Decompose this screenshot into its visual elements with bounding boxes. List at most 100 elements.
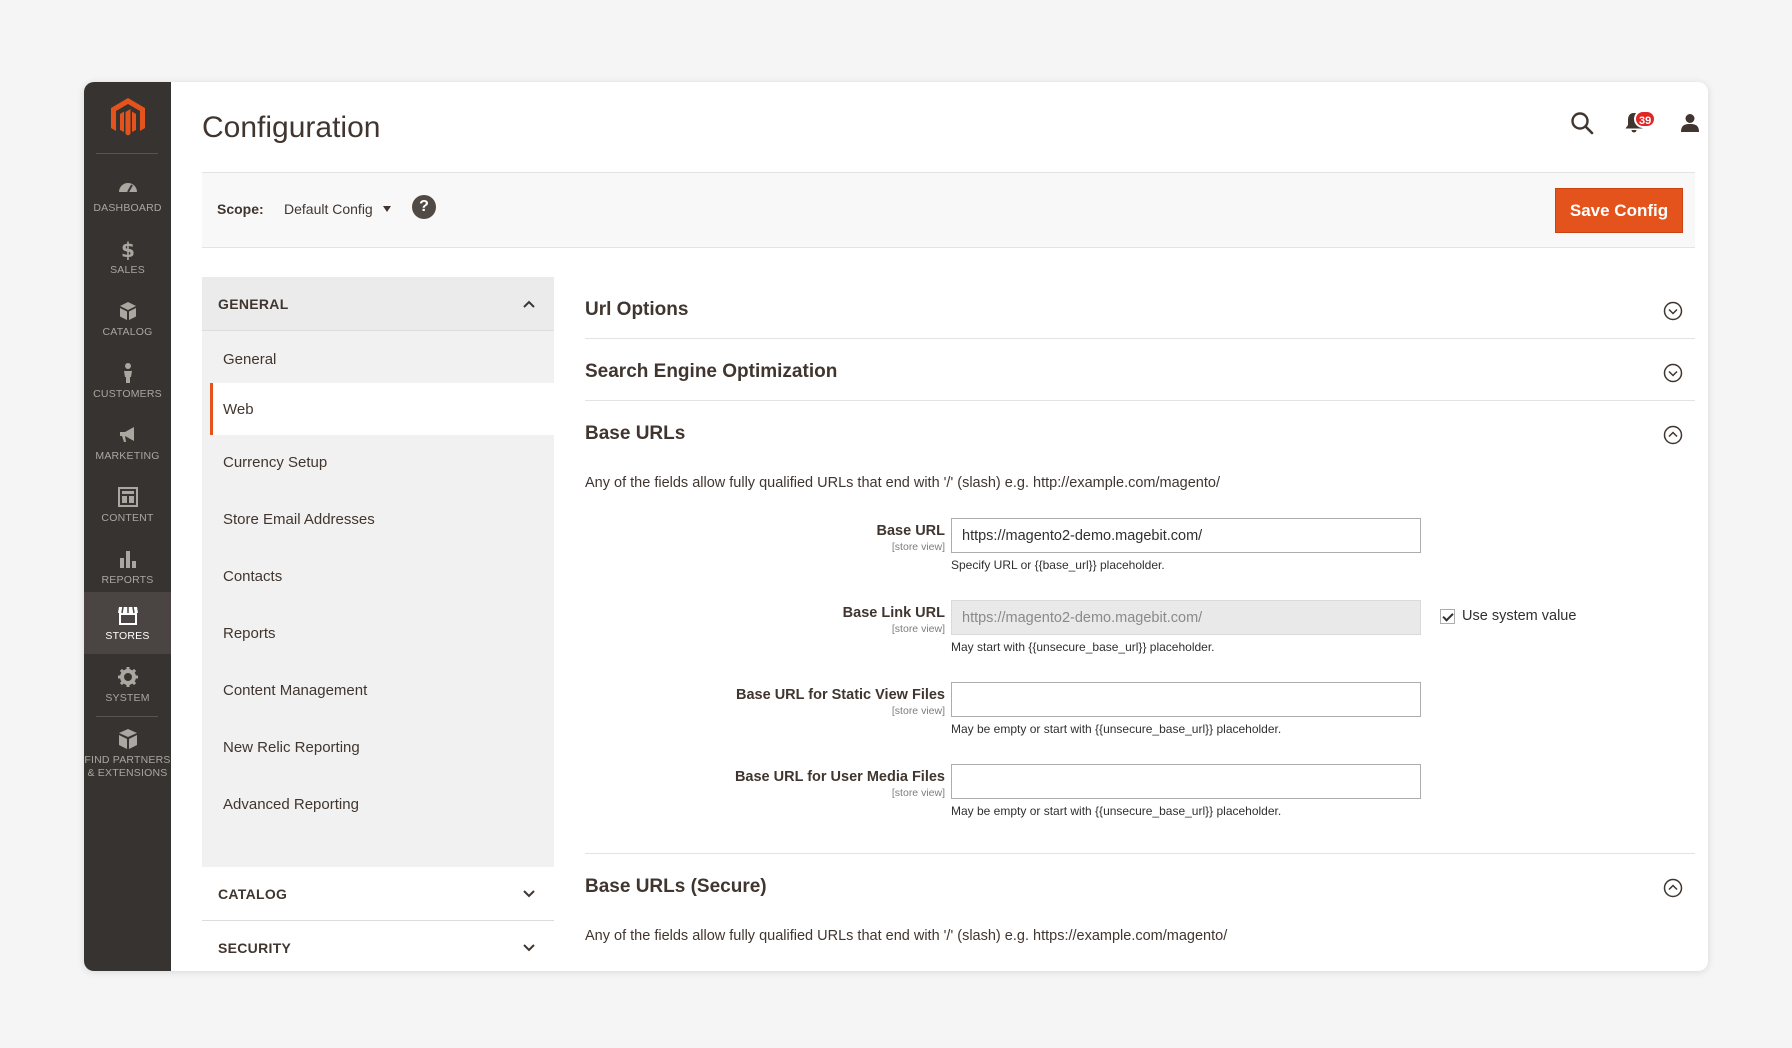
expand-circle-icon[interactable] (1663, 301, 1683, 321)
sidebar-item-contacts[interactable]: Contacts (210, 548, 554, 605)
scope-value: Default Config (284, 201, 373, 217)
user-media-files-url-input[interactable] (951, 764, 1421, 799)
sidebar-item-label: New Relic Reporting (223, 739, 360, 756)
chevron-down-icon (523, 890, 535, 898)
dollar-icon: $ (121, 238, 135, 260)
sidebar-section-catalog[interactable]: CATALOG (202, 867, 554, 921)
sidebar-item-label: Contacts (223, 568, 283, 585)
sidebar-item-web[interactable]: Web (210, 383, 554, 435)
nav-divider (96, 716, 158, 717)
sidebar-item-advanced-reporting[interactable]: Advanced Reporting (210, 776, 554, 833)
help-icon[interactable]: ? (412, 195, 436, 219)
nav-item-catalog[interactable]: CATALOG (84, 288, 171, 350)
sidebar-item-label: Currency Setup (223, 454, 328, 471)
collapse-circle-icon[interactable] (1663, 425, 1683, 445)
sidebar-item-label: Content Management (223, 682, 368, 699)
nav-label: DASHBOARD (93, 202, 162, 214)
nav-item-system[interactable]: SYSTEM (84, 654, 171, 716)
base-url-input[interactable] (951, 518, 1421, 553)
config-sidebar: GENERAL General Web Currency Setup Store… (202, 277, 554, 971)
gear-icon (117, 667, 138, 687)
nav-label: CATALOG (102, 326, 153, 338)
static-view-files-url-input[interactable] (951, 682, 1421, 717)
person-icon (123, 363, 132, 383)
main-content: Configuration 39 admin Scope: Default Co… (171, 82, 1708, 971)
field-scope: [store view] (891, 787, 945, 799)
sidebar-section-security[interactable]: SECURITY (202, 921, 554, 971)
section-title[interactable]: Url Options (585, 299, 688, 321)
dashboard-icon (118, 183, 137, 193)
nav-item-reports[interactable]: REPORTS (84, 536, 171, 598)
nav-item-marketing[interactable]: MARKETING (84, 412, 171, 474)
base-link-url-input[interactable] (951, 600, 1421, 635)
scope-bar: Scope: Default Config ? Save Config (202, 172, 1695, 248)
expand-circle-icon[interactable] (1663, 363, 1683, 383)
nav-item-find-partners[interactable]: FIND PARTNERS & EXTENSIONS (84, 720, 171, 792)
sidebar-item-new-relic-reporting[interactable]: New Relic Reporting (210, 719, 554, 776)
field-hint: May start with {{unsecure_base_url}} pla… (951, 640, 1215, 654)
field-hint: May be empty or start with {{unsecure_ba… (951, 804, 1282, 818)
nav-label: CONTENT (101, 512, 154, 524)
nav-item-customers[interactable]: CUSTOMERS (84, 350, 171, 412)
sidebar-section-general[interactable]: GENERAL (202, 277, 554, 331)
section-title[interactable]: Search Engine Optimization (585, 361, 837, 383)
section-base-urls-secure: Base URLs (Secure) Any of the fields all… (585, 854, 1695, 971)
user-icon (1681, 114, 1699, 132)
sidebar-item-currency-setup[interactable]: Currency Setup (210, 434, 554, 491)
sidebar-item-label: Reports (223, 625, 276, 642)
nav-label: REPORTS (101, 574, 154, 586)
nav-item-sales[interactable]: $ SALES (84, 226, 171, 288)
notification-count-badge[interactable]: 39 (1634, 110, 1657, 128)
field-label: Base URL (876, 523, 946, 539)
sidebar-section-label: CATALOG (218, 886, 288, 902)
svg-text:$: $ (121, 238, 135, 260)
scope-label: Scope: (217, 201, 264, 217)
checkbox-checked[interactable] (1440, 608, 1455, 624)
box-icon (119, 302, 136, 320)
sidebar-item-reports[interactable]: Reports (210, 605, 554, 662)
section-note: Any of the fields allow fully qualified … (585, 475, 1220, 491)
page-title: Configuration (202, 111, 381, 144)
storefront-icon (117, 606, 138, 625)
sidebar-item-label: Advanced Reporting (223, 796, 359, 813)
section-seo: Search Engine Optimization (585, 339, 1695, 401)
nav-label: CUSTOMERS (93, 388, 162, 400)
sidebar-item-store-email-addresses[interactable]: Store Email Addresses (210, 491, 554, 548)
sidebar-item-label: Store Email Addresses (223, 511, 375, 528)
sidebar-section-label: GENERAL (218, 296, 289, 312)
sidebar-item-content-management[interactable]: Content Management (210, 662, 554, 719)
section-note: Any of the fields allow fully qualified … (585, 928, 1228, 944)
extensions-icon (118, 729, 137, 749)
section-title[interactable]: Base URLs (585, 423, 685, 445)
sidebar-item-general[interactable]: General (210, 331, 554, 388)
section-base-urls: Base URLs Any of the fields allow fully … (585, 401, 1695, 854)
magento-logo[interactable] (108, 96, 148, 140)
scope-switcher[interactable]: Default Config (284, 201, 391, 217)
chevron-down-icon (382, 206, 391, 212)
search-icon[interactable] (1569, 110, 1595, 136)
user-menu[interactable]: admin (1680, 110, 1708, 136)
layout-icon (117, 487, 138, 507)
field-label: Base Link URL (842, 605, 945, 621)
field-scope: [store view] (891, 541, 945, 553)
sidebar-item-label: Web (223, 401, 254, 418)
field-scope: [store view] (891, 623, 945, 635)
nav-label: STORES (105, 630, 150, 642)
nav-label: FIND PARTNERS (84, 754, 171, 766)
nav-divider (96, 153, 158, 154)
admin-window: DASHBOARD $ SALES CATALOG CUSTOMERS MARK… (84, 82, 1708, 971)
collapse-circle-icon[interactable] (1663, 878, 1683, 898)
nav-label: SYSTEM (105, 692, 150, 704)
nav-item-stores[interactable]: STORES (84, 592, 171, 654)
nav-label: SALES (110, 264, 145, 276)
section-title[interactable]: Base URLs (Secure) (585, 876, 767, 898)
chevron-up-icon (523, 300, 535, 308)
nav-item-dashboard[interactable]: DASHBOARD (84, 164, 171, 226)
nav-label: MARKETING (95, 450, 160, 462)
nav-item-content[interactable]: CONTENT (84, 474, 171, 536)
save-config-button[interactable]: Save Config (1555, 188, 1683, 233)
bar-chart-icon (119, 551, 136, 568)
checkbox-label: Use system value (1462, 608, 1577, 624)
use-system-value-checkbox[interactable]: Use system value (1440, 608, 1576, 624)
chevron-down-icon (523, 944, 535, 952)
